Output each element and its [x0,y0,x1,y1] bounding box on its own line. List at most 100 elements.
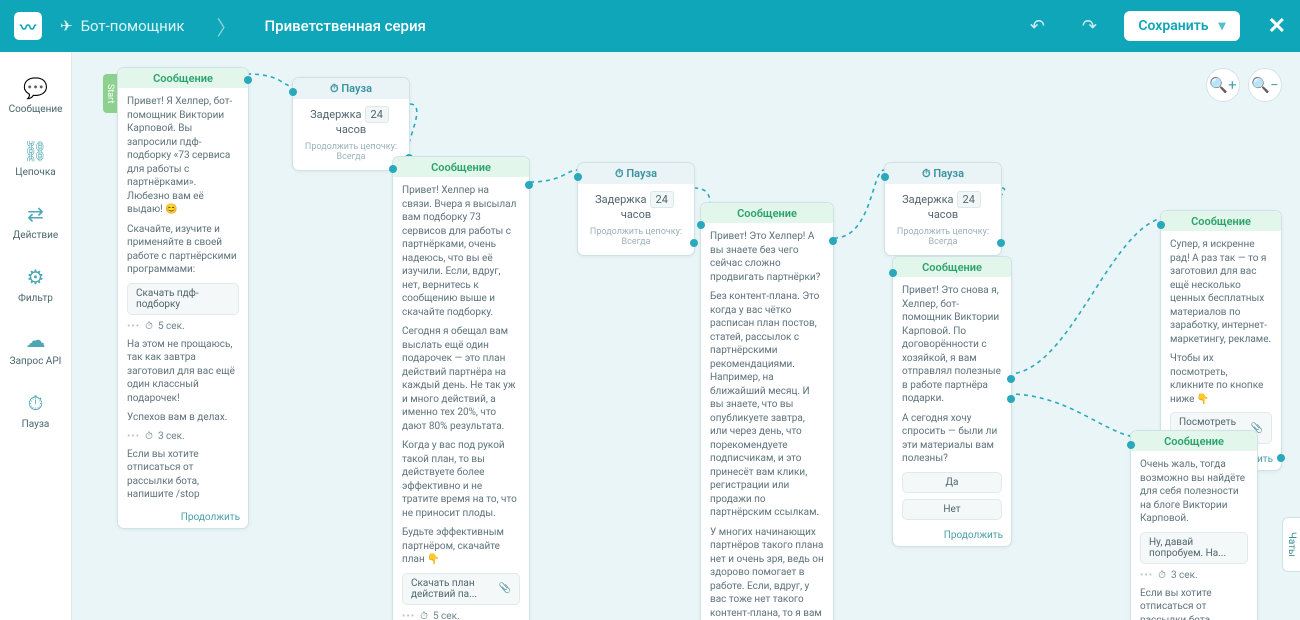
delay-row: •••⏱ 3 сек. [127,431,239,442]
port-out-yes[interactable] [1007,375,1015,383]
flow-canvas[interactable]: 🔍+ 🔍− Чаты Start Сообщение Привет! Я Хел… [72,52,1300,620]
node-text: Если вы хотите отписаться от рассылки бо… [1140,587,1248,620]
node-text: Очень жаль, тогда возможно вы найдёте дл… [1140,458,1248,526]
rail-item-message[interactable]: 💬 Сообщение [6,66,66,123]
port-out[interactable] [997,239,1005,247]
port-in[interactable] [1127,441,1135,449]
rail-item-action[interactable]: ⇄ Действие [6,192,66,249]
filter-icon: ⚙ [27,265,45,289]
attachment-button[interactable]: Скачать пдф-подборку [127,283,239,315]
rail-label: Запрос API [10,356,62,367]
node-text: Будьте эффективным партнёром, скачайте п… [402,526,520,567]
node-text: Когда у вас под рукой такой план, то вы … [402,439,520,520]
reply-option-yes[interactable]: Да [902,472,1002,493]
node-header: ⏱ Пауза [293,78,409,99]
action-icon: ⇄ [27,202,44,226]
node-header: Сообщение [393,157,529,177]
app-logo[interactable]: 〰 [14,12,42,40]
zoom-controls: 🔍+ 🔍− [1206,68,1282,102]
node-text: Привет! Я Хелпер, бот-помощник Виктории … [127,95,239,217]
node-header: Сообщение [1161,211,1281,231]
node-text: Супер, я искренне рад! А раз так — то я … [1170,238,1272,346]
save-button-label: Сохранить [1138,18,1208,34]
telegram-icon: ✈ [60,17,73,35]
continue-link[interactable]: Продолжить [893,528,1011,546]
node-header: Сообщение [1131,431,1257,451]
close-button[interactable]: ✕ [1268,14,1286,39]
chain-note: Продолжить цепочку: Всегда [894,227,992,247]
paperclip-icon: 📎 [499,583,511,594]
node-header: Сообщение [893,257,1011,277]
node-message-3[interactable]: Сообщение Привет! Это Хелпер! А вы знает… [700,202,834,620]
node-pause-2[interactable]: ⏱ Пауза Задержка24часов Продолжить цепоч… [577,162,695,256]
node-text: У многих начинающих партнёров такого пла… [710,526,824,620]
port-in[interactable] [289,88,297,96]
zoom-in-button[interactable]: 🔍+ [1206,68,1240,102]
port-in[interactable] [389,165,397,173]
rail-label: Действие [13,230,58,241]
chain-icon: ⛓ [23,139,48,163]
chevron-down-icon[interactable]: ▾ [1219,18,1226,34]
node-text: Привет! Это Хелпер! А вы знаете без чего… [710,230,824,284]
node-text: А сегодня хочу спросить — были ли эти ма… [902,412,1002,466]
node-text: Сегодня я обещал вам выслать ещё один по… [402,325,520,433]
port-in[interactable] [881,173,889,181]
delay-row: •••⏱ 5 сек. [127,321,239,332]
start-tag: Start [103,74,117,113]
node-message-6[interactable]: Сообщение Очень жаль, тогда возможно вы … [1130,430,1258,620]
rail-label: Фильтр [18,293,53,304]
node-text: Без контент-плана. Это когда у вас чётко… [710,290,824,520]
node-text: Привет! Это снова я, Хелпер, бот-помощни… [902,284,1002,406]
node-pause-1[interactable]: ⏱ Пауза Задержка24часов Продолжить цепоч… [292,77,410,171]
edges-layer [72,52,1300,620]
zoom-out-button[interactable]: 🔍− [1248,68,1282,102]
bot-name[interactable]: ✈ Бот-помощник [60,17,185,35]
breadcrumb-sep: 〉 [217,12,237,41]
port-in[interactable] [574,173,582,181]
topbar: 〰 ✈ Бот-помощник 〉 Приветственная серия … [0,0,1300,52]
rail-item-filter[interactable]: ⚙ Фильтр [6,255,66,312]
save-button[interactable]: Сохранить ▾ [1124,11,1239,41]
attachment-button[interactable]: Ну, давай попробуем. На... [1140,532,1248,564]
port-in[interactable] [697,221,705,229]
delay-value: Задержка24часов [894,191,992,221]
reply-option-no[interactable]: Нет [902,499,1002,520]
node-text: Привет! Хелпер на связи. Вчера я высылал… [402,184,520,319]
port-in[interactable] [889,269,897,277]
rail-label: Пауза [22,419,50,430]
delay-value: Задержка24часов [302,106,400,136]
scenario-name[interactable]: Приветственная серия [265,17,426,35]
port-out[interactable] [829,237,837,245]
chain-note: Продолжить цепочку: Всегда [302,142,400,162]
delay-row: •••⏱ 5 сек. [402,611,520,620]
node-header: Сообщение [701,203,833,223]
message-icon: 💬 [23,76,48,100]
port-out[interactable] [244,76,252,84]
rail-item-chain[interactable]: ⛓ Цепочка [6,129,66,186]
node-pause-3[interactable]: ⏱ Пауза Задержка24часов Продолжить цепоч… [884,162,1002,256]
node-message-1[interactable]: Start Сообщение Привет! Я Хелпер, бот-по… [117,67,249,529]
port-out[interactable] [525,181,533,189]
chain-note: Продолжить цепочку: Всегда [587,227,685,247]
node-text: Успехов вам в делах. [127,411,239,425]
bot-name-text: Бот-помощник [81,17,185,35]
port-out[interactable] [690,239,698,247]
rail-label: Сообщение [9,104,63,115]
rail-item-api[interactable]: ☁ Запрос API [6,318,66,375]
port-out-no[interactable] [1007,395,1015,403]
node-header: ⏱ Пауза [885,163,1001,184]
port-in[interactable] [1157,221,1165,229]
left-rail: 💬 Сообщение ⛓ Цепочка ⇄ Действие ⚙ Фильт… [0,52,72,620]
node-message-2[interactable]: Сообщение Привет! Хелпер на связи. Вчера… [392,156,530,620]
port-out[interactable] [1277,454,1285,462]
node-message-4[interactable]: Сообщение Привет! Это снова я, Хелпер, б… [892,256,1012,547]
rail-label: Цепочка [15,167,55,178]
redo-button[interactable]: ↷ [1072,9,1106,43]
node-text: Если вы хотите отписаться от рассылки бо… [127,448,239,502]
chats-tab[interactable]: Чаты [1282,517,1300,572]
rail-item-pause[interactable]: ⏱ Пауза [6,381,66,438]
undo-button[interactable]: ↶ [1020,9,1054,43]
attachment-button[interactable]: Скачать план действий па...📎 [402,573,520,605]
api-icon: ☁ [26,328,46,352]
continue-link[interactable]: Продолжить [118,510,248,528]
